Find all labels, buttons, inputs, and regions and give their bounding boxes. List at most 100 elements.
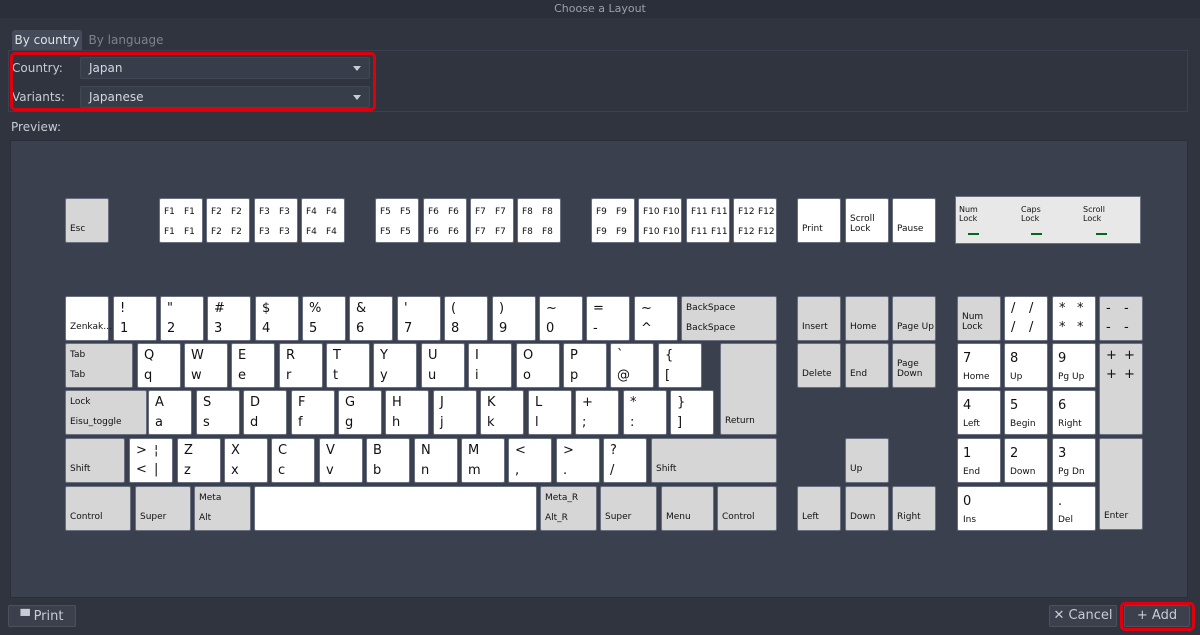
key-kr: Rr	[279, 343, 323, 388]
key-kp: Pp	[563, 343, 607, 388]
key-capslock: Lock Eisu_toggle	[65, 390, 147, 435]
key-shift-label: F	[298, 395, 306, 410]
key-label: F8	[542, 207, 553, 217]
key-label: F4	[326, 207, 337, 217]
key-pageup: Page Up	[892, 296, 936, 341]
key-tab: Tab Tab	[65, 343, 133, 388]
key-kp3: 3 Pg Dn	[1052, 438, 1096, 483]
led-numlock	[968, 233, 979, 235]
key-right: Right	[892, 486, 936, 531]
key-label: F6	[448, 227, 459, 237]
key-esc: Esc	[65, 198, 109, 243]
key-label: /	[1029, 301, 1034, 316]
key-shift-label: C	[278, 443, 288, 458]
key-shift-label: Q	[144, 348, 155, 363]
key-base-label: ]	[677, 415, 683, 430]
key-krbrace: }]	[670, 390, 714, 435]
key-label: Control	[722, 512, 755, 522]
key-label: F12	[758, 227, 775, 237]
led-label-scrolllock: Scroll Lock	[1083, 205, 1105, 223]
key-label: F11	[691, 207, 708, 217]
print-button[interactable]: ▀ Print	[8, 605, 76, 627]
key-kk: Kk	[480, 390, 524, 435]
key-shift-label: B	[373, 443, 382, 458]
key-number-label: 2	[1010, 446, 1019, 461]
key-kp0: 0 Ins	[957, 486, 1048, 531]
key-k6: & 6	[349, 296, 393, 341]
key-label: F9	[596, 207, 607, 217]
key-label: F5	[380, 227, 391, 237]
key-label: <	[136, 462, 147, 477]
key-f1: F1 F1 F1 F1	[159, 198, 203, 243]
tab-by-country[interactable]: By country	[12, 30, 82, 50]
key-f3: F3 F3 F3 F3	[254, 198, 298, 243]
key-label: F1	[184, 207, 195, 217]
key-ko: Oo	[516, 343, 560, 388]
key-kx: Xx	[224, 438, 268, 483]
key-kpmul: * * * *	[1052, 296, 1096, 341]
key-label: F7	[495, 227, 506, 237]
key-function-label: Pg Dn	[1058, 467, 1085, 477]
key-base-label: e	[238, 368, 246, 383]
key-function-label: Home	[963, 372, 990, 382]
keyboard-preview: Esc F1 F1 F1 F1 F2 F2 F2 F2 F3 F3 F3 F3 F4 F4 F4 F4 F5 F5 F…	[10, 140, 1188, 598]
key-label: F9	[596, 227, 607, 237]
key-label: Insert	[802, 322, 828, 332]
tab-by-language[interactable]: By language	[86, 30, 166, 50]
key-label: F2	[231, 227, 242, 237]
key-kp4: 4 Left	[957, 390, 1001, 435]
cancel-button[interactable]: ✕ Cancel	[1049, 605, 1117, 627]
key-kc: Cc	[271, 438, 315, 483]
key-base-label: 0	[546, 321, 555, 336]
key-base-label: v	[326, 463, 334, 478]
key-label: F9	[616, 207, 627, 217]
key-label: F12	[738, 227, 755, 237]
key-kq: Qq	[137, 343, 181, 388]
key-shift-label: {	[665, 348, 674, 363]
key-label: +	[1124, 367, 1135, 382]
key-base-label: .	[563, 463, 568, 478]
key-kpadd: + + + +	[1099, 343, 1143, 435]
key-lower-label: Alt	[199, 513, 212, 523]
key-label: Page Up	[897, 322, 934, 332]
key-number-label: 9	[1058, 351, 1067, 366]
key-lower-label: Tab	[70, 370, 86, 380]
key-shift-label: "	[167, 301, 173, 316]
key-label: Scroll Lock	[850, 214, 875, 234]
key-left: Left	[797, 486, 841, 531]
key-label: +	[1106, 348, 1117, 363]
key-label: *	[1059, 301, 1066, 316]
key-number-label: 7	[963, 351, 972, 366]
key-label: F2	[211, 227, 222, 237]
key-label: >	[136, 443, 147, 458]
key-label: Super	[605, 512, 632, 522]
led-label-capslock: Caps Lock	[1021, 205, 1041, 223]
key-base-label: d	[250, 415, 259, 430]
key-base-label: b	[373, 463, 382, 478]
key-base-label: ^	[641, 321, 652, 336]
key-label: Delete	[802, 369, 832, 379]
key-shift-label: `	[617, 348, 624, 363]
key-print: Print	[797, 198, 841, 243]
key-number-label: .	[1058, 494, 1063, 509]
key-number-label: 4	[963, 398, 972, 413]
key-base-label: x	[231, 463, 239, 478]
key-label: *	[1059, 320, 1066, 335]
key-label: Num Lock	[962, 312, 984, 332]
key-label: F9	[616, 227, 627, 237]
window-title: Choose a Layout	[0, 0, 1200, 18]
key-function-label: End	[963, 467, 981, 477]
key-base-label: y	[380, 368, 388, 383]
key-shift-label: +	[582, 395, 593, 410]
key-label: F3	[279, 207, 290, 217]
key-kperiod: >.	[556, 438, 600, 483]
key-base-label: :	[630, 415, 635, 430]
key-label: +	[1106, 367, 1117, 382]
key-shift-label: *	[630, 395, 637, 410]
key-label: *	[1077, 320, 1084, 335]
key-kcomma: <,	[508, 438, 552, 483]
key-lshift: Shift	[65, 438, 125, 483]
key-shift-label: P	[570, 348, 578, 363]
key-shift-label: A	[155, 395, 164, 410]
key-base-label: 7	[404, 321, 413, 336]
